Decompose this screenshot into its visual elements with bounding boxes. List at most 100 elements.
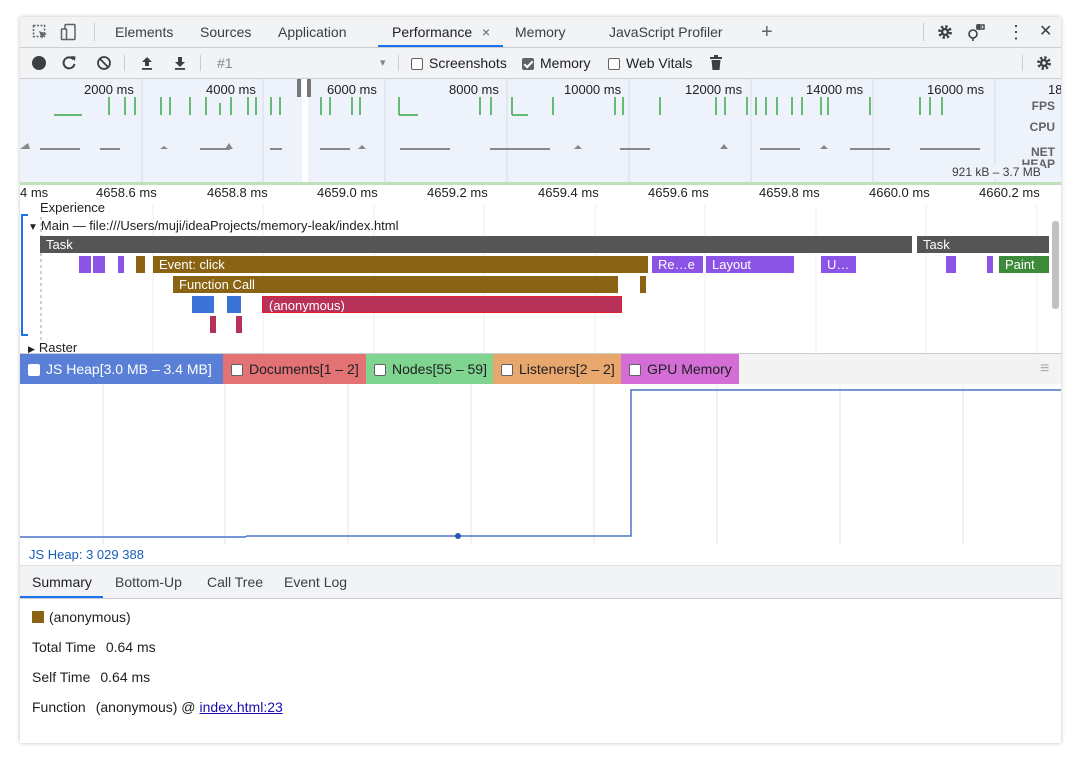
source-link[interactable]: index.html:23 (200, 699, 283, 715)
tab-call-tree[interactable]: Call Tree (207, 566, 263, 598)
layout-slice[interactable] (118, 256, 124, 273)
record-icon[interactable] (32, 56, 46, 70)
layout-slice[interactable] (79, 256, 91, 273)
ruler-tick-label: 4658.6 ms (96, 185, 157, 200)
main-track-header[interactable]: ▼ Main — file:///Users/muji/ideaProjects/… (28, 218, 399, 233)
memory-counter-chart[interactable] (20, 384, 1061, 544)
tab-application[interactable]: Application (278, 17, 347, 47)
screenshots-checkbox-box[interactable] (411, 58, 423, 70)
self-time-value: 0.64 ms (100, 669, 151, 685)
listeners-counter-label: Listeners[2 – 2] (519, 361, 615, 377)
gc-slice[interactable] (236, 316, 242, 333)
layout-bar[interactable]: Layout (706, 256, 794, 273)
layout-slice[interactable] (946, 256, 956, 273)
flame-chart[interactable]: Experience ▼ Main — file:///Users/muji/id… (20, 200, 1061, 355)
self-time-row: Self Time 0.64 ms (32, 669, 150, 685)
compile-slice[interactable] (227, 296, 241, 313)
memory-checkbox-box[interactable] (522, 58, 534, 70)
counters-legend: JS Heap[3.0 MB – 3.4 MB] Documents[1 – 2… (20, 353, 1061, 385)
more-options-icon[interactable]: ⋮ (1007, 17, 1025, 47)
task-bar[interactable]: Task (917, 236, 1049, 253)
js-heap-checkbox[interactable] (28, 364, 40, 376)
ruler-tick-label: 4658.8 ms (207, 185, 268, 200)
summary-panel: (anonymous) Total Time 0.64 ms Self Time 0… (20, 599, 1061, 743)
web-vitals-checkbox-box[interactable] (608, 58, 620, 70)
gc-slice[interactable] (210, 316, 216, 333)
gpu-memory-counter-toggle[interactable]: GPU Memory (621, 354, 739, 384)
documents-counter-label: Documents[1 – 2] (249, 361, 359, 377)
tab-elements[interactable]: Elements (115, 17, 173, 47)
reload-record-icon[interactable] (61, 55, 77, 71)
total-time-label: Total Time (32, 639, 96, 655)
function-label: Function (32, 699, 86, 715)
layout-slice[interactable] (987, 256, 993, 273)
tab-event-log[interactable]: Event Log (284, 566, 347, 598)
tab-performance-close-icon[interactable]: × (482, 24, 490, 40)
gpu-memory-counter-label: GPU Memory (647, 361, 732, 377)
summary-title-text: (anonymous) (49, 609, 131, 625)
documents-counter-toggle[interactable]: Documents[1 – 2] (223, 354, 366, 384)
overview-tick-label: 16000 ms (927, 82, 985, 97)
load-profile-icon[interactable] (139, 55, 155, 71)
overview-tick-label: 4000 ms (206, 82, 256, 97)
function-call-bar[interactable]: Function Call (173, 276, 618, 293)
memory-checkbox[interactable]: Memory (522, 48, 591, 78)
function-row: Function (anonymous) @ index.html:23 (32, 699, 283, 715)
remote-devices-icon[interactable] (966, 22, 986, 42)
event-slice[interactable] (136, 256, 145, 273)
save-profile-icon[interactable] (172, 55, 188, 71)
overview-tick-label: 18 (1048, 82, 1061, 97)
ruler-tick-label: 4659.0 ms (317, 185, 378, 200)
compile-slice[interactable] (192, 296, 214, 313)
listeners-checkbox[interactable] (501, 364, 513, 376)
screenshots-label: Screenshots (429, 55, 507, 71)
ruler-tick-label: 4 ms (20, 185, 49, 200)
settings-gear-icon[interactable] (936, 23, 954, 41)
tab-memory[interactable]: Memory (515, 17, 566, 47)
nodes-counter-toggle[interactable]: Nodes[55 – 59] (366, 354, 493, 384)
tab-javascript-profiler[interactable]: JavaScript Profiler (609, 17, 723, 47)
ruler-tick-label: 4659.8 ms (759, 185, 820, 200)
inspect-element-icon[interactable] (32, 24, 48, 40)
tab-bottom-up[interactable]: Bottom-Up (115, 566, 182, 598)
clear-icon[interactable] (96, 55, 112, 71)
device-toolbar-icon[interactable] (60, 23, 78, 41)
panel-tabbar: Elements Sources Application Performance… (20, 17, 1061, 48)
task-bar[interactable]: Task (40, 236, 912, 253)
overview-tick-label: 12000 ms (685, 82, 743, 97)
ruler-tick-label: 4660.0 ms (869, 185, 930, 200)
details-tabbar: Summary Bottom-Up Call Tree Event Log (20, 566, 1061, 599)
gpu-memory-checkbox[interactable] (629, 364, 641, 376)
tab-performance[interactable]: Performance × (392, 17, 490, 47)
timeline-ruler: 4 ms 4658.6 ms 4658.8 ms 4659.0 ms 4659.… (20, 185, 1061, 206)
collapse-arrow-icon[interactable]: ▼ (28, 222, 38, 233)
total-time-row: Total Time 0.64 ms (32, 639, 156, 655)
anonymous-bar[interactable]: (anonymous) (262, 296, 622, 313)
collect-garbage-icon[interactable] (709, 55, 723, 71)
documents-checkbox[interactable] (231, 364, 243, 376)
update-layer-tree-bar[interactable]: U… (821, 256, 856, 273)
function-call-slice[interactable] (640, 276, 646, 293)
capture-settings-icon[interactable] (1035, 54, 1053, 72)
self-time-label: Self Time (32, 669, 91, 685)
web-vitals-checkbox[interactable]: Web Vitals (608, 48, 692, 78)
listeners-counter-toggle[interactable]: Listeners[2 – 2] (493, 354, 621, 384)
timeline-overview[interactable]: 2000 ms 4000 ms 6000 ms 8000 ms 10000 ms… (20, 79, 1061, 185)
close-devtools-icon[interactable]: ✕ (1039, 17, 1052, 47)
tab-sources[interactable]: Sources (200, 17, 251, 47)
event-click-bar[interactable]: Event: click (153, 256, 648, 273)
ruler-tick-label: 4659.4 ms (538, 185, 599, 200)
recalculate-style-bar[interactable]: Re…e (652, 256, 703, 273)
screenshots-checkbox[interactable]: Screenshots (411, 48, 507, 78)
counters-menu-icon[interactable]: ≡ (1032, 354, 1049, 384)
js-heap-counter-toggle[interactable]: JS Heap[3.0 MB – 3.4 MB] (20, 354, 223, 384)
fps-track-label: FPS (1031, 99, 1055, 113)
layout-slice[interactable] (93, 256, 105, 273)
tab-summary[interactable]: Summary (32, 566, 92, 598)
nodes-checkbox[interactable] (374, 364, 386, 376)
profile-select[interactable]: #1 (217, 48, 233, 78)
paint-bar[interactable]: Paint (999, 256, 1049, 273)
devtools-window: Elements Sources Application Performance… (20, 17, 1061, 743)
add-tab-icon[interactable]: + (761, 17, 773, 47)
profile-dropdown-icon[interactable]: ▾ (380, 48, 386, 78)
